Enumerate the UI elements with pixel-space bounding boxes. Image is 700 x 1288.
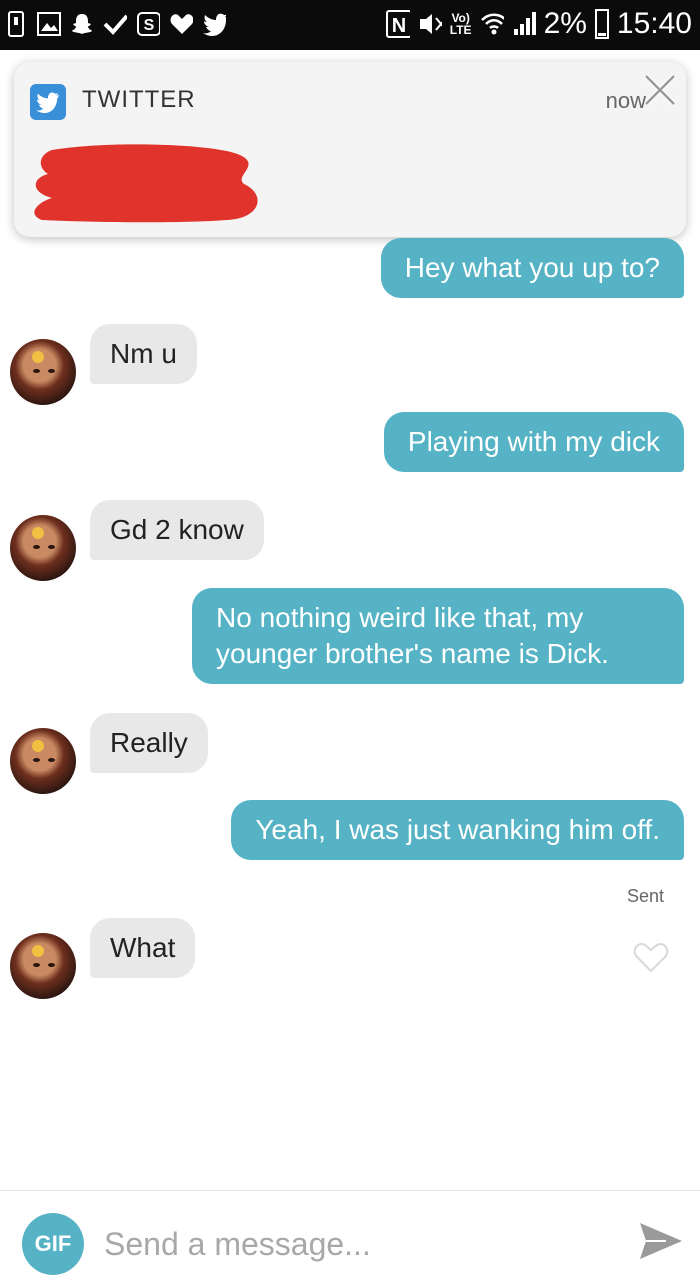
avatar[interactable]: [10, 933, 76, 999]
send-icon[interactable]: [636, 1219, 686, 1263]
snapchat-icon: [70, 9, 94, 39]
gallery-icon: [37, 9, 61, 39]
incoming-message: Gd 2 know: [90, 500, 264, 560]
avatar[interactable]: [10, 728, 76, 794]
like-heart-icon[interactable]: [632, 940, 670, 974]
svg-text:N: N: [392, 15, 406, 37]
outgoing-message: Yeah, I was just wanking him off.: [231, 800, 684, 860]
wifi-icon: [480, 9, 504, 39]
avatar[interactable]: [10, 515, 76, 581]
volte-label: Vo) LTE: [449, 11, 472, 37]
notification-icons: S: [4, 9, 226, 39]
avatar[interactable]: [10, 339, 76, 405]
device-icon: [4, 9, 28, 39]
battery-icon: [594, 9, 609, 39]
sent-status: Sent: [626, 886, 664, 906]
twitter-bird-icon: [202, 9, 226, 39]
mute-icon: [418, 9, 442, 39]
check-icon: [103, 9, 127, 39]
outgoing-message: Playing with my dick: [383, 412, 684, 472]
system-icons: N Vo) LTE 2% 15:40: [385, 7, 692, 41]
twitter-notification[interactable]: TWITTER now: [14, 62, 686, 237]
incoming-message: What: [90, 918, 196, 978]
outgoing-message: No nothing weird like that, my younger b…: [192, 588, 684, 684]
redacted-notification-text: [22, 142, 272, 227]
nfc-icon: N: [385, 9, 410, 39]
message-input[interactable]: [102, 1219, 606, 1269]
incoming-message: Really: [90, 713, 208, 773]
notification-app-name: TWITTER: [82, 86, 196, 113]
incoming-message: Nm u: [90, 324, 197, 384]
svg-text:S: S: [144, 17, 155, 34]
status-bar: S N Vo) LTE 2% 15:40: [0, 0, 700, 50]
gif-button[interactable]: GIF: [22, 1213, 84, 1275]
signal-icon: [512, 9, 536, 39]
outgoing-message: Hey what you up to?: [380, 238, 684, 298]
heart-icon: [169, 9, 193, 39]
clock: 15:40: [616, 7, 692, 40]
twitter-app-icon: [30, 84, 66, 120]
skype-icon: S: [136, 9, 160, 39]
message-composer: GIF: [0, 1190, 700, 1288]
battery-percent: 2%: [543, 7, 587, 40]
close-icon[interactable]: [640, 70, 680, 110]
